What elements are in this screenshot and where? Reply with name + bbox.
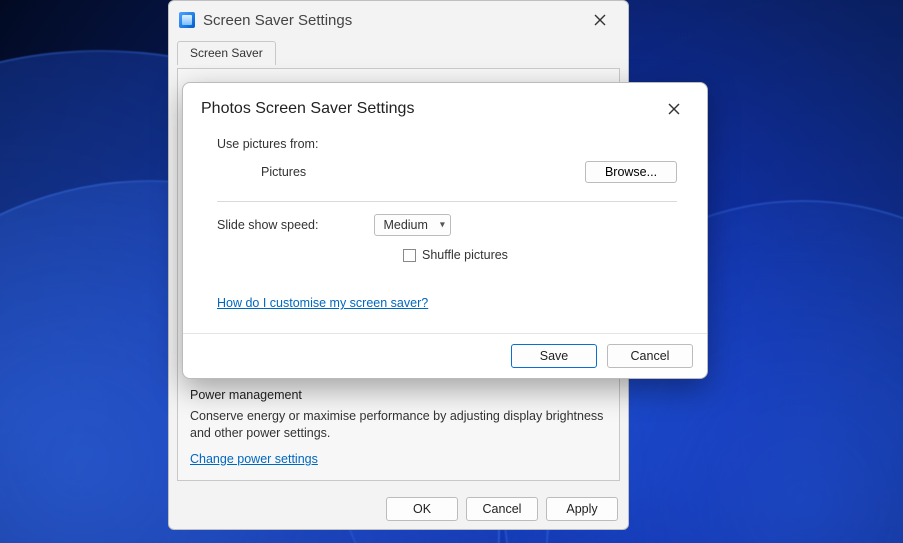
power-management-heading: Power management bbox=[190, 388, 607, 402]
change-power-settings-link[interactable]: Change power settings bbox=[190, 452, 318, 466]
close-icon bbox=[668, 103, 680, 115]
shuffle-pictures-checkbox[interactable] bbox=[403, 249, 416, 262]
apply-button[interactable]: Apply bbox=[546, 497, 618, 521]
child-titlebar: Photos Screen Saver Settings bbox=[183, 83, 707, 131]
child-window-title: Photos Screen Saver Settings bbox=[201, 100, 659, 118]
parent-tabs: Screen Saver bbox=[169, 41, 628, 69]
photos-screen-saver-settings-dialog: Photos Screen Saver Settings Use picture… bbox=[182, 82, 708, 379]
slide-show-speed-row: Slide show speed: Medium ▾ bbox=[217, 218, 677, 232]
close-icon bbox=[594, 14, 606, 26]
child-close-button[interactable] bbox=[659, 97, 689, 121]
child-body: Use pictures from: Pictures Browse... Sl… bbox=[183, 131, 707, 333]
parent-button-row: OK Cancel Apply bbox=[169, 489, 628, 529]
child-cancel-button[interactable]: Cancel bbox=[607, 344, 693, 368]
cancel-button[interactable]: Cancel bbox=[466, 497, 538, 521]
use-pictures-from-label: Use pictures from: bbox=[217, 137, 677, 151]
child-button-row: Save Cancel bbox=[183, 333, 707, 378]
slide-show-speed-select[interactable]: Medium ▾ bbox=[374, 218, 450, 232]
slide-show-speed-value: Medium bbox=[374, 214, 450, 236]
screen-saver-icon bbox=[179, 12, 195, 28]
ok-button[interactable]: OK bbox=[386, 497, 458, 521]
customise-screen-saver-help-link[interactable]: How do I customise my screen saver? bbox=[217, 296, 428, 310]
shuffle-pictures-row: Shuffle pictures bbox=[403, 248, 677, 262]
save-button[interactable]: Save bbox=[511, 344, 597, 368]
slide-show-speed-label: Slide show speed: bbox=[217, 218, 318, 232]
browse-button[interactable]: Browse... bbox=[585, 161, 677, 183]
pictures-folder-name: Pictures bbox=[261, 165, 585, 179]
power-management-description: Conserve energy or maximise performance … bbox=[190, 408, 607, 442]
pictures-folder-row: Pictures Browse... bbox=[217, 161, 677, 183]
tab-screen-saver[interactable]: Screen Saver bbox=[177, 41, 276, 65]
shuffle-pictures-label: Shuffle pictures bbox=[422, 248, 508, 262]
power-management-section: Power management Conserve energy or maxi… bbox=[190, 388, 607, 468]
parent-titlebar: Screen Saver Settings bbox=[169, 1, 628, 39]
divider bbox=[217, 201, 677, 202]
parent-window-title: Screen Saver Settings bbox=[203, 12, 582, 29]
parent-close-button[interactable] bbox=[582, 6, 618, 34]
